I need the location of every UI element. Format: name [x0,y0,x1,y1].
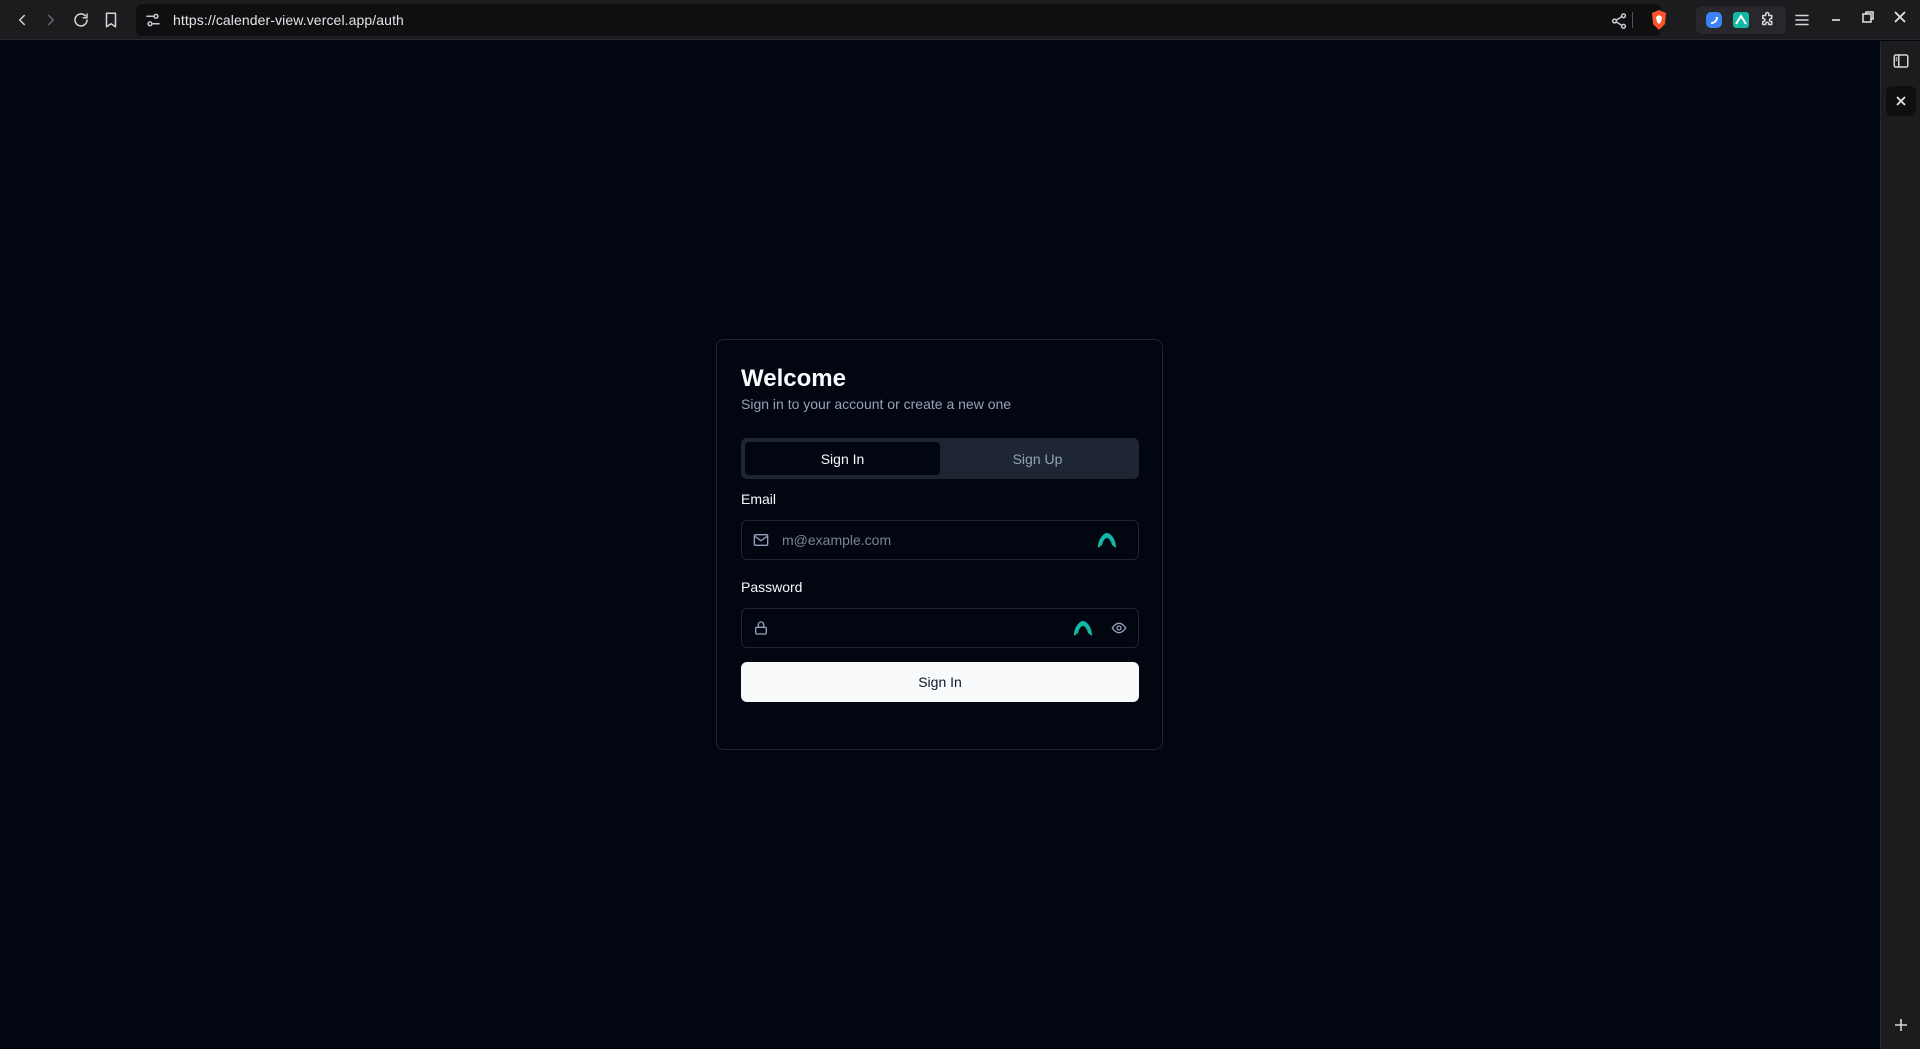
eye-icon[interactable] [1111,620,1127,636]
close-sidebar-button[interactable] [1886,86,1916,116]
back-button[interactable] [7,5,37,35]
sign-in-button[interactable]: Sign In [741,662,1139,702]
restore-icon[interactable] [1861,10,1875,24]
bookmark-button[interactable] [96,5,126,35]
page-subtitle: Sign in to your account or create a new … [741,396,1012,412]
extension-teal-icon[interactable] [1732,11,1750,29]
password-manager-icon[interactable] [1072,618,1094,640]
mail-icon [753,534,769,546]
reload-icon [74,13,88,27]
auth-card: Welcome Sign in to your account or creat… [716,339,1163,750]
share-icon[interactable] [1610,12,1628,30]
email-field[interactable]: m@example.com [741,520,1139,560]
close-icon [1896,96,1906,106]
reload-button[interactable] [66,5,96,35]
forward-button[interactable] [36,5,66,35]
lock-icon [755,621,767,635]
password-manager-icon[interactable] [1096,530,1118,552]
address-bar[interactable]: https://calender-view.vercel.app/auth [136,4,1661,36]
minimize-icon[interactable] [1829,10,1843,24]
arrow-right-icon [48,14,54,26]
page-title: Welcome [741,365,846,392]
divider [1632,12,1633,28]
password-label: Password [741,579,803,595]
email-label: Email [741,491,777,507]
add-sidebar-item-button[interactable] [1886,1010,1916,1040]
arrow-left-icon [19,14,25,26]
sidebar-panel-icon [1893,54,1909,68]
puzzle-icon[interactable] [1759,11,1777,29]
sidebar-toggle-button[interactable] [1886,46,1916,76]
browser-toolbar: https://calender-view.vercel.app/auth [0,0,1920,40]
tab-sign-up[interactable]: Sign Up [940,442,1135,475]
brave-shield-icon[interactable] [1649,9,1669,31]
close-window-icon[interactable] [1893,10,1907,24]
bookmark-icon [105,12,117,28]
password-field[interactable] [741,608,1139,648]
site-info-icon[interactable] [144,11,162,29]
url-text: https://calender-view.vercel.app/auth [173,12,404,28]
plus-icon [1895,1019,1907,1031]
menu-icon[interactable] [1793,11,1811,29]
tab-sign-in[interactable]: Sign In [745,442,940,475]
browser-sidebar [1880,41,1920,1049]
extension-blue-icon[interactable] [1705,11,1723,29]
extensions-group [1696,6,1786,34]
auth-tabs: Sign In Sign Up [741,438,1139,479]
email-placeholder: m@example.com [782,532,892,548]
